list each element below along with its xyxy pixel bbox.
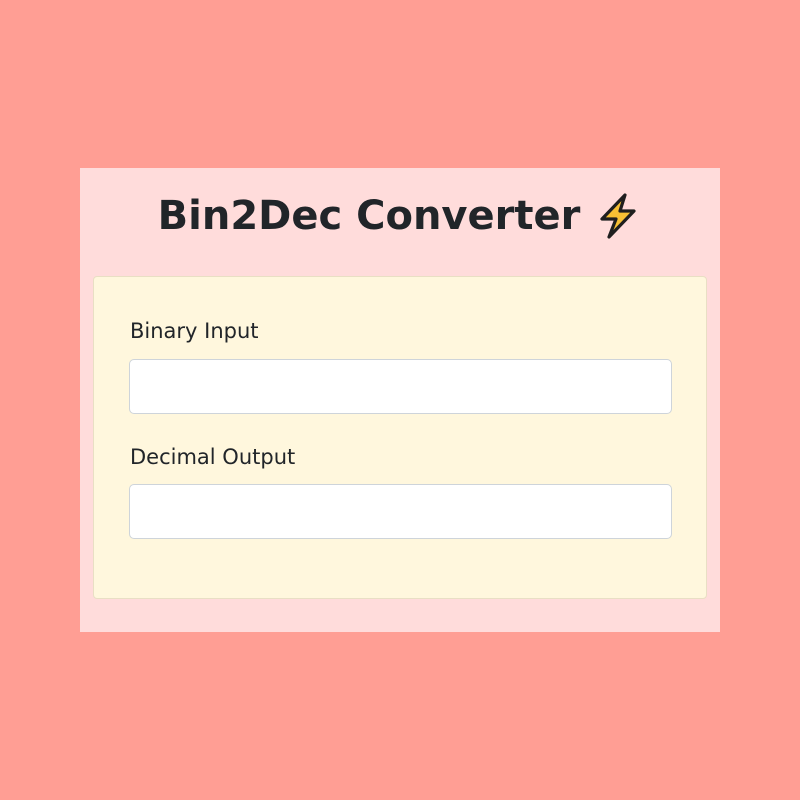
binary-input-label: Binary Input xyxy=(130,319,259,343)
converter-panel: Bin2Dec Converter Binary Input Decimal O… xyxy=(80,168,720,632)
converter-card: Binary Input Decimal Output xyxy=(93,276,707,599)
decimal-output-label: Decimal Output xyxy=(130,445,296,469)
header: Bin2Dec Converter xyxy=(80,188,720,244)
binary-input[interactable] xyxy=(129,359,672,414)
page-title: Bin2Dec Converter xyxy=(157,193,581,239)
decimal-output[interactable] xyxy=(129,484,672,539)
lightning-bolt-icon xyxy=(594,192,642,240)
